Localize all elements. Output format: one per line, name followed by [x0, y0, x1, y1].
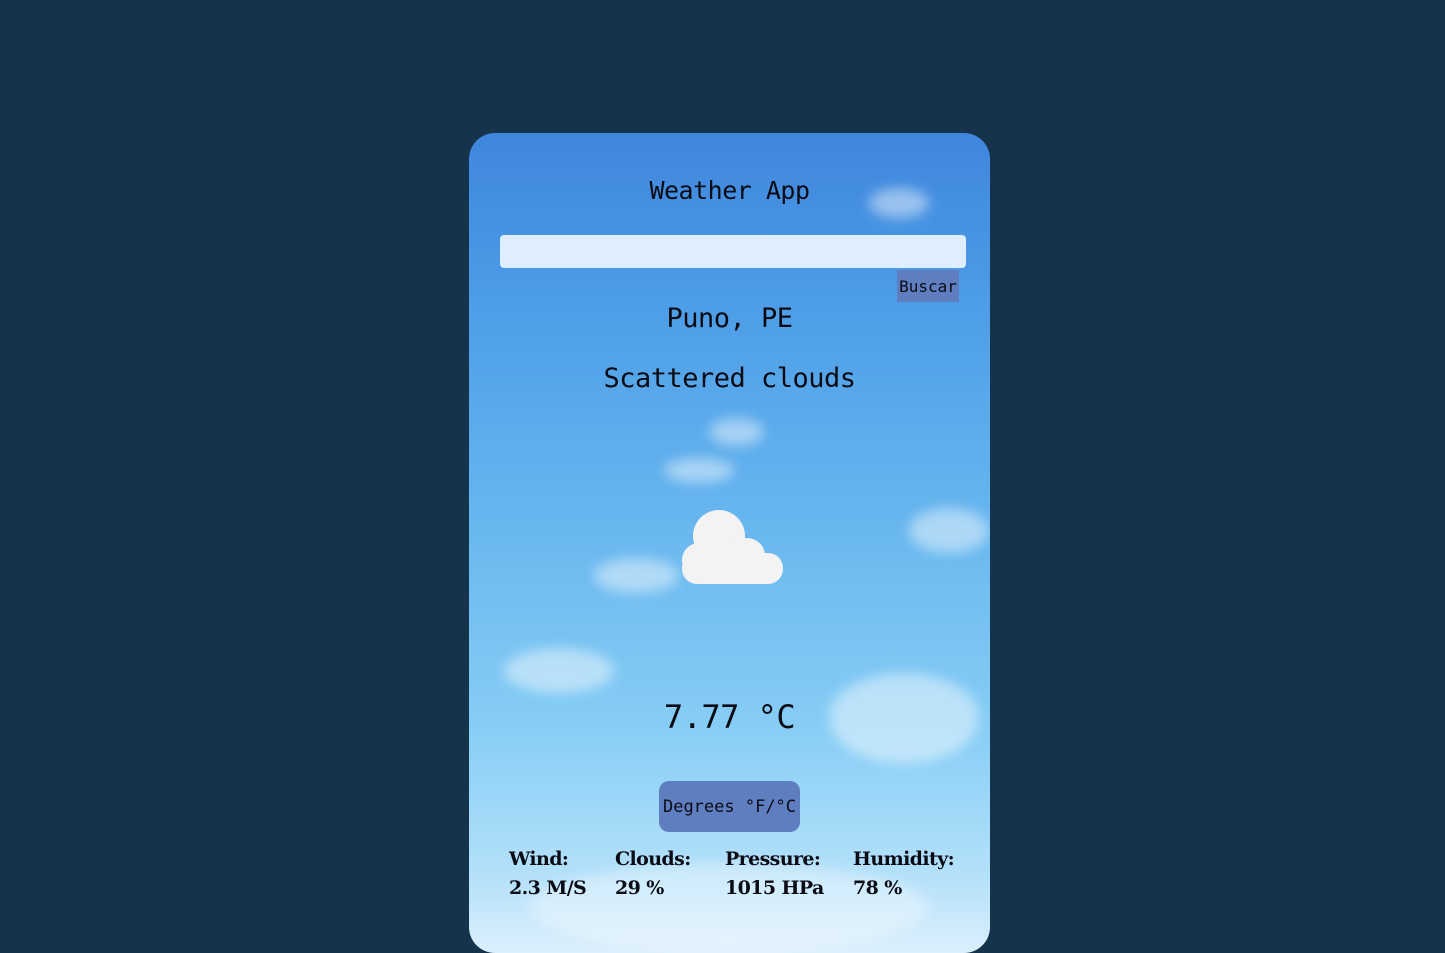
clouds-value: 29 % [615, 877, 664, 899]
sky-background-cloud [709, 418, 764, 446]
clouds-label: Clouds: [615, 848, 691, 870]
sky-background-cloud [664, 458, 734, 483]
search-input[interactable] [500, 235, 966, 268]
clouds-stat: Clouds: 29 % [615, 845, 691, 903]
cloud-icon [682, 510, 783, 584]
weather-card: Weather App Buscar Puno, PE Scattered cl… [469, 133, 990, 953]
weather-description: Scattered clouds [603, 363, 856, 394]
humidity-stat: Humidity: 78 % [853, 845, 955, 903]
pressure-stat: Pressure: 1015 HPa [725, 845, 824, 903]
humidity-label: Humidity: [853, 848, 955, 870]
sky-background-cloud [504, 648, 614, 693]
location-name: Puno, PE [666, 303, 793, 334]
sky-background-cloud [594, 558, 679, 593]
pressure-value: 1015 HPa [725, 877, 824, 899]
wind-stat: Wind: 2.3 M/S [509, 845, 587, 903]
pressure-label: Pressure: [725, 848, 821, 870]
wind-label: Wind: [509, 848, 569, 870]
wind-value: 2.3 M/S [509, 877, 587, 899]
app-title: Weather App [649, 176, 810, 205]
sky-background-cloud [909, 508, 989, 553]
units-toggle-button[interactable]: Degrees °F/°C [659, 781, 800, 832]
humidity-value: 78 % [853, 877, 902, 899]
temperature-value: 7.77 °C [663, 698, 796, 736]
search-button[interactable]: Buscar [897, 270, 959, 302]
